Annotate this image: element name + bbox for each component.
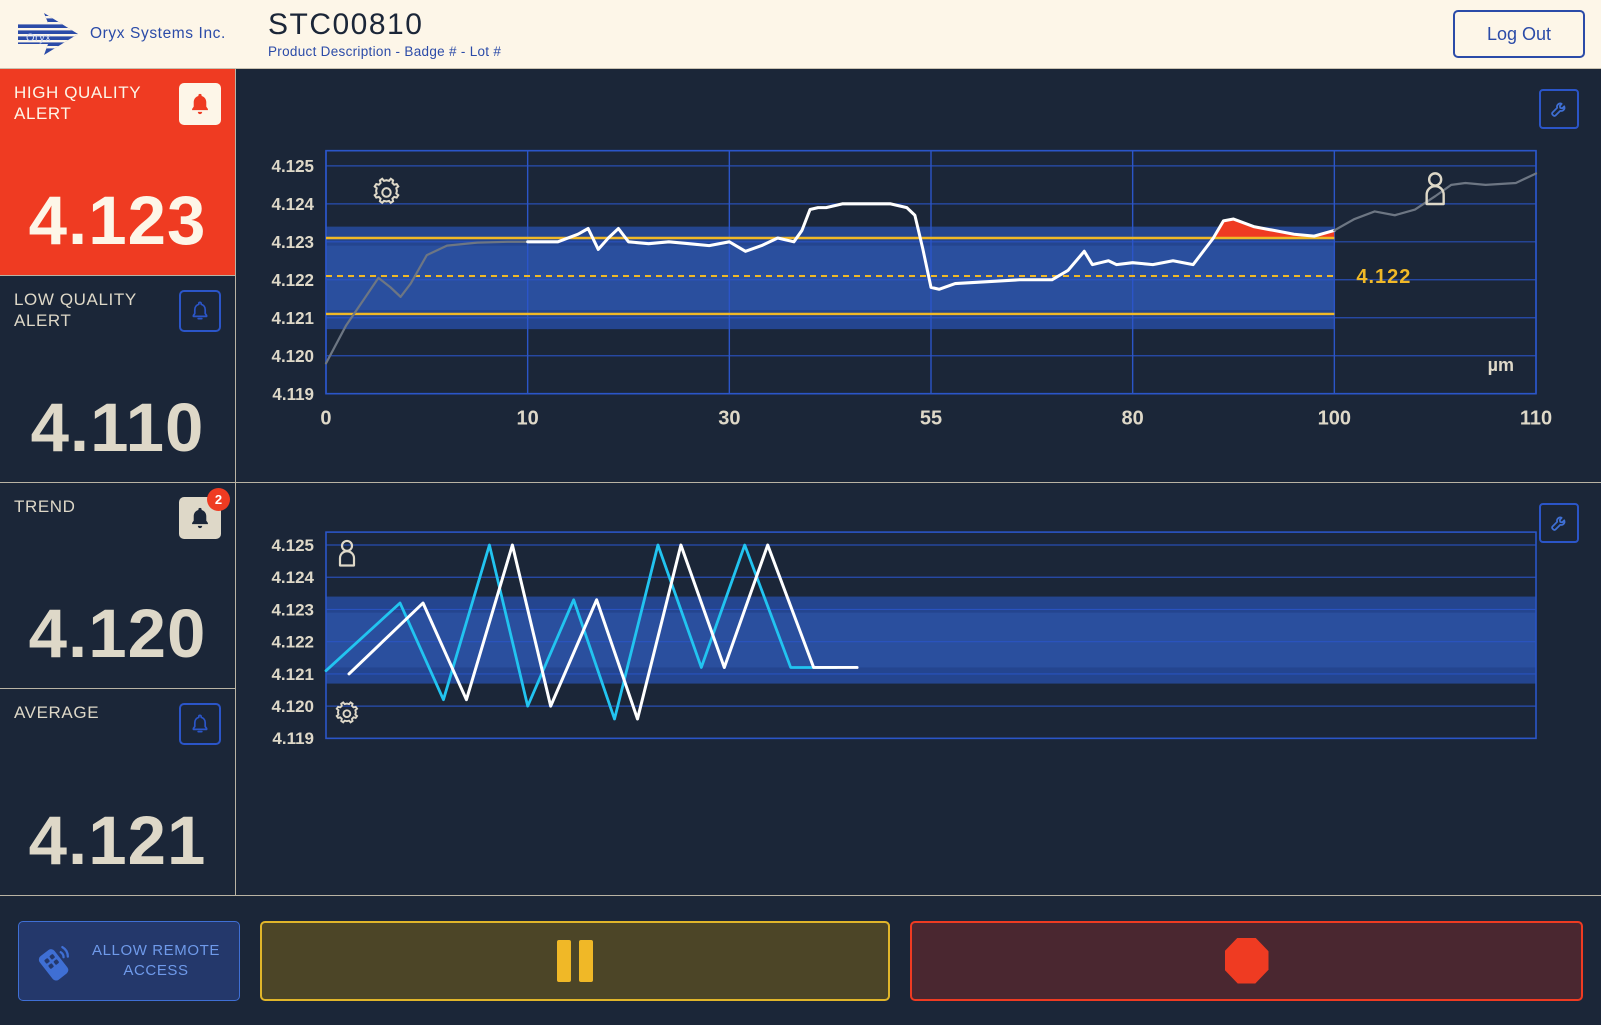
alert-bell-button-low[interactable] [179, 289, 221, 332]
kpi-header: LOW QUALITY ALERT [14, 289, 221, 332]
oryx-logo-icon: Oryx [14, 11, 80, 57]
app-body: HIGH QUALITY ALERT 4.123 LOW QUALITY ALE… [0, 69, 1601, 895]
chart-settings-wrench-button-bottom[interactable] [1539, 502, 1579, 543]
stop-octagon-icon [1224, 937, 1269, 984]
kpi-label: TREND [14, 496, 76, 516]
pause-button[interactable] [260, 920, 890, 1001]
svg-text:80: 80 [1122, 407, 1144, 429]
remote-access-label-line1: ALLOW REMOTE [91, 942, 221, 959]
kpi-label: AVERAGE [14, 703, 100, 723]
quality-trace-panel: 4.119 4.120 4.121 4.122 4.123 4.124 4.125 0 10 30… [236, 69, 1601, 483]
kpi-label: LOW QUALITY ALERT [14, 289, 137, 330]
page-title: STC00810 [268, 8, 424, 42]
wrench-icon [1551, 102, 1566, 117]
remote-control-icon [38, 945, 70, 981]
kpi-header: HIGH QUALITY ALERT [14, 83, 221, 125]
svg-text:4.124: 4.124 [272, 194, 315, 214]
remote-access-label-line2: ACCESS [123, 961, 189, 979]
svg-text:µm: µm [1488, 355, 1514, 375]
svg-text:30: 30 [718, 407, 740, 429]
kpi-value: 4.110 [30, 388, 205, 466]
app-header: Oryx Oryx Systems Inc. STC00810 Product … [0, 0, 1601, 69]
bell-icon [192, 301, 208, 320]
svg-text:4.121: 4.121 [271, 664, 314, 683]
kpi-high-quality-alert[interactable]: HIGH QUALITY ALERT 4.123 [0, 69, 235, 276]
allow-remote-access-button[interactable]: ALLOW REMOTE ACCESS [18, 920, 240, 1001]
svg-text:4.120: 4.120 [271, 697, 314, 716]
svg-text:4.122: 4.122 [272, 270, 314, 290]
alert-bell-button-average[interactable] [179, 703, 221, 746]
svg-text:4.120: 4.120 [272, 346, 314, 366]
pause-icon [557, 939, 593, 982]
wrench-icon [1551, 516, 1566, 531]
svg-text:100: 100 [1318, 407, 1351, 429]
action-bar: ALLOW REMOTE ACCESS [0, 895, 1601, 1025]
kpi-value: 4.123 [28, 181, 207, 259]
kpi-value: 4.121 [28, 802, 207, 879]
svg-text:110: 110 [1520, 407, 1552, 429]
svg-text:55: 55 [920, 407, 942, 429]
kpi-header: AVERAGE [14, 703, 221, 746]
svg-text:4.121: 4.121 [272, 308, 315, 328]
stop-button[interactable] [910, 920, 1583, 1001]
bell-icon [192, 93, 208, 115]
svg-text:4.119: 4.119 [272, 729, 314, 748]
kpi-label: HIGH QUALITY ALERT [14, 83, 141, 123]
kpi-trend[interactable]: TREND 2 4.120 [0, 483, 235, 690]
kpi-header: TREND 2 [14, 487, 230, 539]
alert-bell-button-trend[interactable]: 2 [179, 487, 230, 539]
kpi-sidebar: HIGH QUALITY ALERT 4.123 LOW QUALITY ALE… [0, 69, 236, 895]
chart-settings-wrench-button-top[interactable] [1539, 89, 1579, 129]
app-root: Oryx Oryx Systems Inc. STC00810 Product … [0, 0, 1601, 1025]
svg-text:4.125: 4.125 [272, 156, 315, 176]
svg-text:0: 0 [320, 407, 331, 429]
svg-text:4.122: 4.122 [271, 632, 314, 651]
remote-access-label: ALLOW REMOTE ACCESS [85, 941, 227, 980]
alert-count-badge: 2 [207, 487, 230, 511]
logo-wordmark: Oryx [26, 32, 51, 44]
svg-text:4.119: 4.119 [272, 384, 314, 404]
kpi-value: 4.120 [28, 595, 207, 673]
sampling-zigzag-panel: 4.119 4.120 4.121 4.122 4.123 4.124 4.125 [236, 482, 1601, 896]
kpi-average[interactable]: AVERAGE 4.121 [0, 689, 235, 895]
logout-button[interactable]: Log Out [1453, 10, 1585, 58]
svg-text:4.122: 4.122 [1356, 266, 1411, 288]
sampling-zigzag-chart[interactable]: 4.119 4.120 4.121 4.122 4.123 4.124 4.125 [236, 482, 1601, 896]
charts-area: 4.119 4.120 4.121 4.122 4.123 4.124 4.125 0 10 30… [236, 69, 1601, 895]
svg-text:4.123: 4.123 [272, 232, 314, 252]
alert-bell-button-high[interactable] [179, 83, 221, 125]
svg-text:10: 10 [517, 407, 539, 429]
header-titles: STC00810 Product Description - Badge # -… [236, 9, 501, 59]
brand-logo: Oryx Oryx Systems Inc. [0, 0, 236, 69]
svg-text:4.125: 4.125 [271, 536, 314, 555]
quality-trace-chart[interactable]: 4.119 4.120 4.121 4.122 4.123 4.124 4.125 0 10 30… [236, 69, 1601, 482]
company-name: Oryx Systems Inc. [90, 25, 226, 42]
page-subtitle: Product Description - Badge # - Lot # [268, 43, 502, 59]
kpi-low-quality-alert[interactable]: LOW QUALITY ALERT 4.110 [0, 276, 235, 483]
bell-icon [192, 714, 208, 733]
svg-text:4.124: 4.124 [271, 568, 314, 587]
bell-icon [192, 507, 208, 528]
svg-text:4.123: 4.123 [271, 600, 314, 619]
